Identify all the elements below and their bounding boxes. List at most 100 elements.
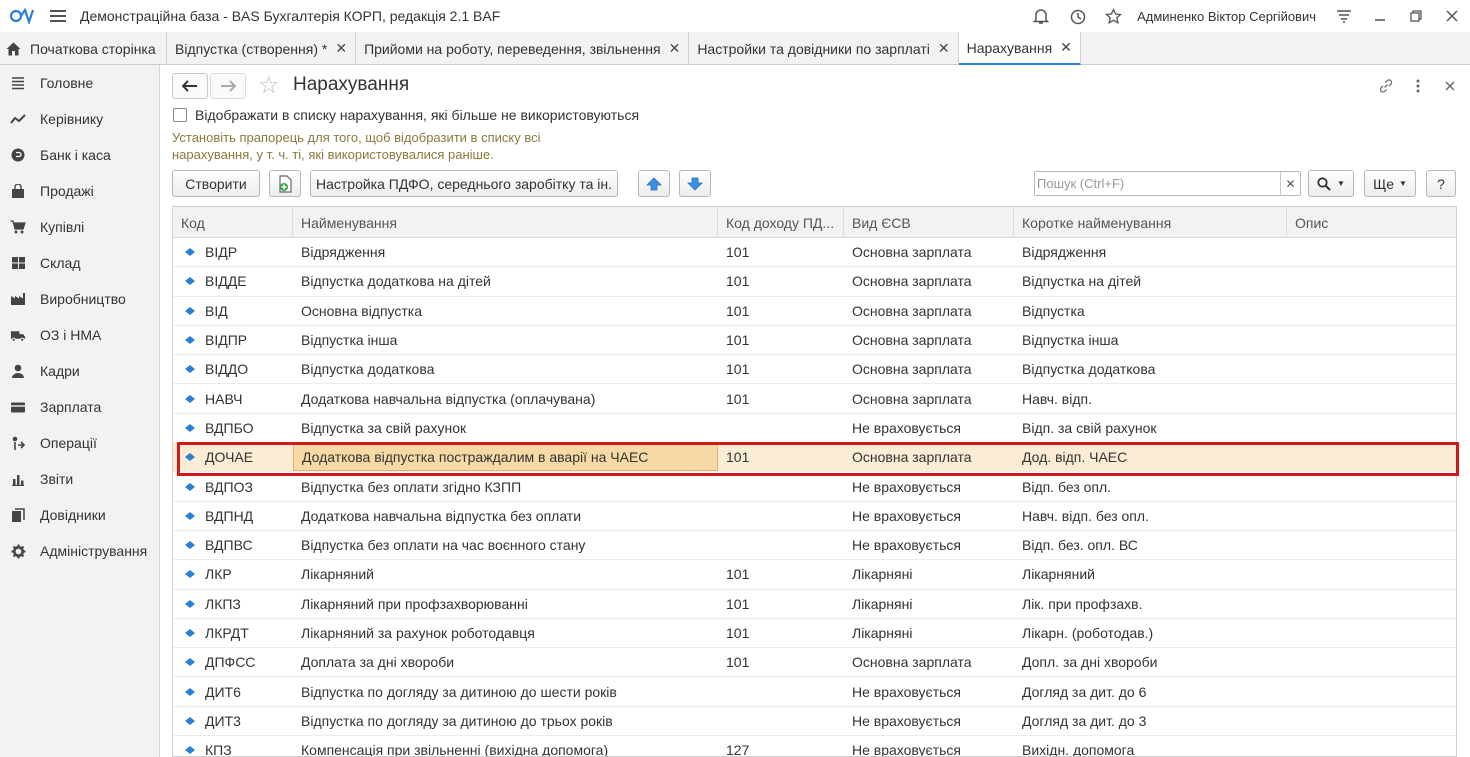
sidebar-item-4[interactable]: Продажі bbox=[0, 173, 159, 209]
table-row[interactable]: ВІДПР Відпустка інша 101 Основна зарплата Ві… bbox=[173, 326, 1456, 356]
sidebar-item-9[interactable]: Кадри bbox=[0, 353, 159, 389]
tab-close-icon[interactable]: ✕ bbox=[938, 40, 950, 57]
move-down-button[interactable] bbox=[679, 170, 711, 197]
sidebar-item-11[interactable]: Операції bbox=[0, 425, 159, 461]
table-row[interactable]: ЛКРДТ Лікарняний за рахунок роботодавця 10… bbox=[173, 619, 1456, 649]
sidebar-item-1[interactable]: Головне bbox=[0, 65, 159, 101]
tab-close-icon[interactable]: ✕ bbox=[1060, 39, 1072, 56]
table-row[interactable]: ДПФСС Доплата за дні хвороби 101 Основна за… bbox=[173, 648, 1456, 678]
sidebar-item-2[interactable]: Керівнику bbox=[0, 101, 159, 137]
column-header[interactable]: Вид ЄСВ bbox=[844, 207, 1014, 238]
cell-name: Компенсація при звільненні (вихідна допо… bbox=[301, 742, 609, 757]
table-row[interactable]: ДИТ6 Відпустка по догляду за дитиною до ш… bbox=[173, 677, 1456, 707]
more-vertical-icon[interactable] bbox=[1406, 74, 1430, 98]
column-header[interactable]: Коротке найменування bbox=[1014, 207, 1287, 238]
code-text: ДИТ3 bbox=[205, 712, 241, 729]
cell-short: Відрядження bbox=[1022, 244, 1107, 261]
table-row[interactable]: ВДПБО Відпустка за свій рахунок Не врахову… bbox=[173, 414, 1456, 444]
window-close-icon[interactable] bbox=[1434, 0, 1470, 32]
cell-esv: Не враховується bbox=[852, 507, 961, 524]
pdfo-settings-button[interactable]: Настройка ПДФО, середнього заробітку та … bbox=[310, 170, 618, 197]
sidebar-item-13[interactable]: Довідники bbox=[0, 497, 159, 533]
books-icon bbox=[10, 507, 26, 523]
table-row[interactable]: ВДПОЗ Відпустка без оплати згідно КЗПП Не … bbox=[173, 472, 1456, 502]
arrow-down-icon bbox=[687, 177, 703, 191]
create-button[interactable]: Створити bbox=[172, 170, 260, 197]
item-diamond-icon bbox=[185, 452, 195, 462]
cell-esv: Основна зарплата bbox=[852, 361, 972, 378]
sidebar: Головне Керівнику Банк і каса Продажі Купівл… bbox=[0, 65, 160, 757]
cell-esv: Основна зарплата bbox=[852, 390, 972, 407]
item-diamond-icon bbox=[185, 687, 195, 697]
history-icon[interactable] bbox=[1059, 0, 1095, 32]
restore-icon[interactable] bbox=[1398, 0, 1434, 32]
help-button[interactable]: ? bbox=[1426, 170, 1456, 197]
tab-payroll-settings[interactable]: Настройки та довідники по зарплаті ✕ bbox=[689, 32, 959, 65]
favorite-star-icon[interactable]: ☆ bbox=[258, 73, 280, 99]
search-clear-icon[interactable]: ✕ bbox=[1280, 172, 1300, 195]
copy-button[interactable] bbox=[269, 170, 301, 197]
table-row[interactable]: ВІДДЕ Відпустка додаткова на дітей 101 Осно… bbox=[173, 267, 1456, 297]
table-row[interactable]: ДИТ3 Відпустка по догляду за дитиною до т… bbox=[173, 707, 1456, 737]
favorites-star-icon[interactable] bbox=[1095, 0, 1131, 32]
search-input[interactable] bbox=[1035, 172, 1280, 195]
sidebar-item-10[interactable]: Зарплата bbox=[0, 389, 159, 425]
sidebar-item-12[interactable]: Звіти bbox=[0, 461, 159, 497]
hamburger-menu-icon[interactable] bbox=[50, 10, 66, 22]
cell-esv: Не враховується bbox=[852, 683, 961, 700]
show-unused-checkbox[interactable] bbox=[173, 108, 187, 122]
person-icon bbox=[10, 363, 26, 379]
table-row[interactable]: ВІДР Відрядження 101 Основна зарплата Відряд… bbox=[173, 238, 1456, 268]
forward-button[interactable] bbox=[210, 73, 246, 99]
sidebar-item-14[interactable]: Адміністрування bbox=[0, 533, 159, 569]
sidebar-item-5[interactable]: Купівлі bbox=[0, 209, 159, 245]
link-icon[interactable] bbox=[1374, 74, 1398, 98]
minimize-icon[interactable] bbox=[1362, 0, 1398, 32]
table-row[interactable]: НАВЧ Додаткова навчальна відпустка (оплач… bbox=[173, 384, 1456, 414]
tab-close-icon[interactable]: ✕ bbox=[669, 40, 681, 57]
show-unused-checkbox-row[interactable]: Відображати в списку нарахування, які бі… bbox=[173, 107, 639, 123]
tab-hiring[interactable]: Прийоми на роботу, переведення, звільнен… bbox=[356, 32, 690, 65]
table-row[interactable]: КПЗ Компенсація при звільненні (вихідна д… bbox=[173, 736, 1456, 757]
table-row[interactable]: ВІДДО Відпустка додаткова 101 Основна зарпл… bbox=[173, 355, 1456, 385]
cell-desc bbox=[1287, 414, 1456, 442]
tab-home[interactable]: Початкова сторінка bbox=[0, 32, 167, 65]
sidebar-item-6[interactable]: Склад bbox=[0, 245, 159, 281]
user-name[interactable]: Админенко Віктор Сергійович bbox=[1137, 9, 1316, 24]
sidebar-item-7[interactable]: Виробництво bbox=[0, 281, 159, 317]
settings-menu-icon[interactable] bbox=[1326, 0, 1362, 32]
table-row[interactable]: ВДПНД Додаткова навчальна відпустка без о… bbox=[173, 502, 1456, 531]
form-close-icon[interactable] bbox=[1438, 74, 1462, 98]
tab-accruals[interactable]: Нарахування ✕ bbox=[958, 32, 1081, 65]
item-diamond-icon bbox=[185, 716, 195, 726]
back-button[interactable] bbox=[172, 73, 208, 99]
tab-label: Початкова сторінка bbox=[30, 40, 156, 57]
table-row[interactable]: ВДПВС Відпустка без оплати на час воєнног… bbox=[173, 531, 1456, 561]
cell-short: Лікарняний bbox=[1022, 566, 1095, 583]
table-row[interactable]: ВІД Основна відпустка 101 Основна зарплата В… bbox=[173, 297, 1456, 326]
column-header[interactable]: Опис bbox=[1287, 207, 1456, 238]
app-logo-icon[interactable] bbox=[8, 6, 38, 26]
tab-vacation-create[interactable]: Відпустка (створення) * ✕ bbox=[167, 32, 357, 65]
cell-esv: Не враховується bbox=[852, 537, 961, 554]
table-row[interactable]: ЛКПЗ Лікарняний при профзахворюванні 101 Лі… bbox=[173, 590, 1456, 619]
cell-short: Відп. без. опл. ВС bbox=[1022, 537, 1138, 554]
table-row[interactable]: ДОЧАЕ Додаткова відпустка постраждалим в … bbox=[173, 443, 1456, 473]
more-button[interactable]: Ще ▼ bbox=[1364, 170, 1416, 197]
tab-close-icon[interactable]: ✕ bbox=[335, 40, 347, 57]
sidebar-item-8[interactable]: ОЗ і НМА bbox=[0, 317, 159, 353]
code-text: ВІД bbox=[205, 302, 228, 319]
menu-icon bbox=[10, 75, 26, 91]
search-button[interactable]: ▼ bbox=[1308, 170, 1354, 197]
sidebar-item-3[interactable]: Банк і каса bbox=[0, 137, 159, 173]
move-up-button[interactable] bbox=[638, 170, 670, 197]
column-header[interactable]: Код bbox=[173, 207, 293, 238]
column-header[interactable]: Найменування bbox=[293, 207, 718, 238]
cell-desc bbox=[1287, 355, 1456, 383]
tab-label: Відпустка (створення) * bbox=[175, 40, 328, 57]
column-header[interactable]: Код доходу ПД... bbox=[718, 207, 844, 238]
cell-code: ДИТ3 bbox=[173, 707, 293, 735]
table-row[interactable]: ЛКР Лікарняний 101 Лікарняні Лікарняний bbox=[173, 560, 1456, 590]
cell-short: Догляд за дит. до 3 bbox=[1022, 712, 1147, 729]
bell-icon[interactable] bbox=[1023, 0, 1059, 32]
